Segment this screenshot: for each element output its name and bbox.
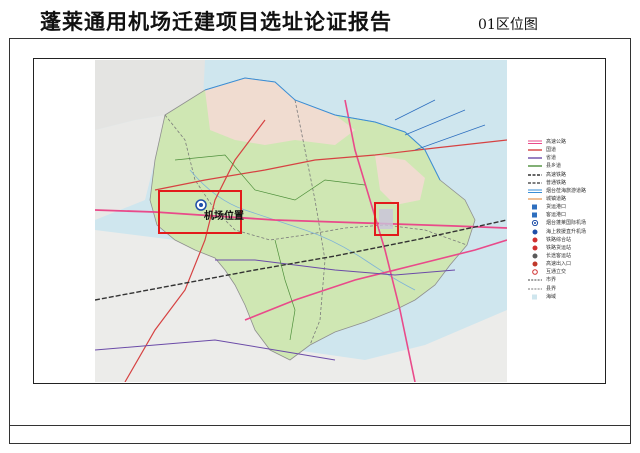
- dash-icon: [528, 279, 542, 281]
- location-map: [95, 60, 507, 382]
- double-line-icon: [528, 140, 542, 145]
- line-icon: [528, 157, 542, 160]
- legend-item: 长途客运站: [528, 252, 604, 260]
- legend-label: 烟台莅海旅游道路: [546, 187, 587, 194]
- legend-item: 高速出入口: [528, 260, 604, 268]
- legend-item: 国道: [528, 146, 604, 154]
- airport-center-dot: [199, 203, 203, 207]
- legend-label: 高速公路: [546, 139, 567, 146]
- legend-label: 铁路货运站: [546, 244, 572, 251]
- map-legend: 高速公路 国道 省道 县乡道 高速铁路 普通铁路 烟台莅海旅游道路 城镇道路 货运港口 客运港口烟…: [528, 138, 604, 301]
- legend-label: 县界: [546, 285, 557, 292]
- figure-label: 01区位图: [478, 17, 538, 33]
- square-icon: [532, 212, 537, 218]
- legend-item: 烟台蓬莱国际机场: [528, 219, 604, 227]
- line-icon: [528, 149, 542, 151]
- legend-item: 烟台莅海旅游道路: [528, 187, 604, 195]
- circle-icon: [532, 237, 538, 243]
- legend-item: 省道: [528, 154, 604, 162]
- legend-item: 县界: [528, 285, 604, 293]
- legend-label: 烟台蓬莱国际机场: [546, 220, 587, 227]
- square-icon: [532, 294, 537, 300]
- double-line-icon: [528, 189, 542, 193]
- circle-icon: [532, 245, 538, 251]
- circle-icon: [532, 253, 538, 259]
- legend-label: 城镇道路: [546, 196, 567, 203]
- legend-item: 市界: [528, 276, 604, 284]
- legend-item: 客运港口: [528, 211, 604, 219]
- legend-item: 海域: [528, 293, 604, 301]
- heliport-patch: [379, 209, 393, 229]
- legend-label: 市界: [546, 277, 557, 284]
- legend-label: 省道: [546, 155, 557, 162]
- legend-label: 货运港口: [546, 204, 567, 211]
- square-icon: [532, 204, 537, 210]
- rail-icon: [528, 182, 542, 184]
- legend-label: 高速铁路: [546, 171, 567, 178]
- line-icon: [528, 198, 542, 200]
- circle-icon: [532, 229, 538, 235]
- legend-label: 海上救援直升机场: [546, 228, 587, 235]
- legend-item: 县乡道: [528, 162, 604, 170]
- legend-item: 高速铁路: [528, 171, 604, 179]
- legend-item: 城镇道路: [528, 195, 604, 203]
- legend-item: 货运港口: [528, 203, 604, 211]
- legend-label: 海域: [546, 293, 557, 300]
- legend-item: 普通铁路: [528, 179, 604, 187]
- legend-item: 铁路货运站: [528, 244, 604, 252]
- dash-icon: [528, 288, 542, 290]
- legend-item: 铁路综合站: [528, 236, 604, 244]
- rail-icon: [528, 173, 542, 176]
- legend-label: 铁路综合站: [546, 236, 572, 243]
- legend-label: 县乡道: [546, 163, 562, 170]
- page-title: 蓬莱通用机场迁建项目选址论证报告: [40, 10, 392, 34]
- legend-label: 互通立交: [546, 269, 567, 276]
- legend-label: 客运港口: [546, 212, 567, 219]
- plane-circle-icon: [531, 220, 539, 227]
- bottom-rule: [9, 425, 631, 426]
- legend-item: 海上救援直升机场: [528, 228, 604, 236]
- line-icon: [528, 165, 542, 168]
- circle-icon: [532, 261, 538, 267]
- legend-item: 互通立交: [528, 268, 604, 276]
- legend-label: 普通铁路: [546, 179, 567, 186]
- legend-label: 高速出入口: [546, 261, 572, 268]
- legend-item: 高速公路: [528, 138, 604, 146]
- airport-site-label: 机场位置: [204, 211, 244, 222]
- ring-icon: [532, 269, 538, 276]
- legend-label: 长途客运站: [546, 253, 572, 260]
- legend-label: 国道: [546, 147, 557, 154]
